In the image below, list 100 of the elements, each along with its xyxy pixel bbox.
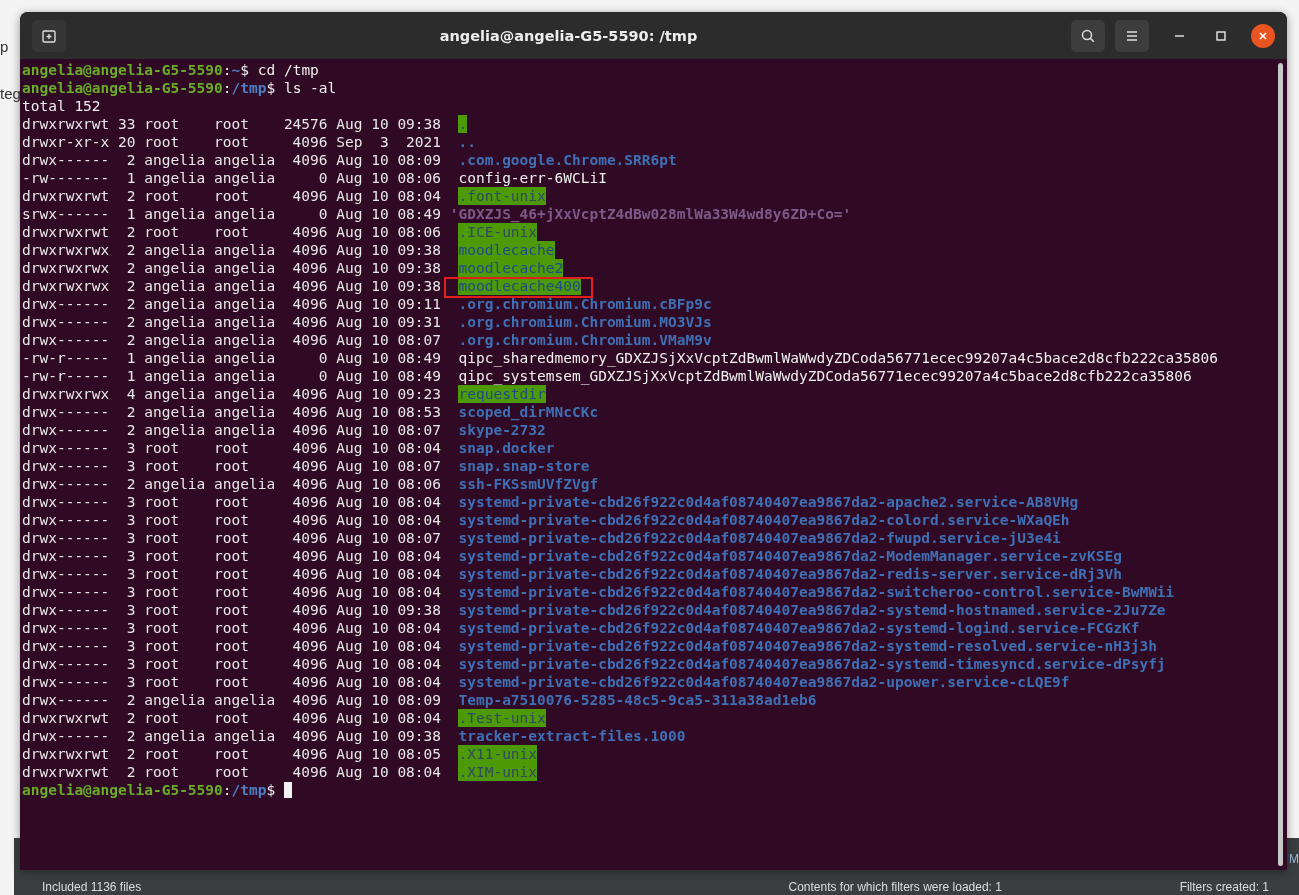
file-name: systemd-private-cbd26f922c0d4af08740407ea9867da2-systemd-resolved.service-nH3j3h <box>458 637 1157 655</box>
file-details: drwx------ 2 angelia angelia 4096 Aug 10 09:38 <box>22 728 442 744</box>
file-details: drwx------ 2 angelia angelia 4096 Aug 10 08:53 <box>22 404 442 420</box>
file-details: drwx------ 3 root root 4096 Aug 10 08:04 <box>22 548 442 564</box>
file-details: drwx------ 3 root root 4096 Aug 10 08:04 <box>22 494 442 510</box>
file-details: drwx------ 3 root root 4096 Aug 10 08:04 <box>22 440 442 456</box>
prompt-path: /tmp <box>231 80 267 96</box>
background-text: p <box>0 38 10 55</box>
file-name: snap.snap-store <box>458 457 590 475</box>
file-name: .org.chromium.Chromium.cBFp9c <box>458 295 712 313</box>
file-details: drwx------ 2 angelia angelia 4096 Aug 10 08:09 <box>22 152 442 168</box>
file-details: drwx------ 3 root root 4096 Aug 10 08:07 <box>22 458 442 474</box>
search-button[interactable] <box>1071 19 1105 52</box>
search-icon <box>1080 27 1096 44</box>
file-details: drwx------ 3 root root 4096 Aug 10 08:04 <box>22 584 442 600</box>
command-text: cd /tmp <box>256 62 319 78</box>
background-text: M <box>1289 852 1299 866</box>
file-details: drwxrwxrwt 33 root root 24576 Aug 10 09:38 <box>22 116 442 132</box>
prompt-separator: : <box>222 80 232 96</box>
file-details: drwx------ 3 root root 4096 Aug 10 08:07 <box>22 530 442 546</box>
file-details: drwxrwxrwx 2 angelia angelia 4096 Aug 10 09:38 <box>22 260 442 276</box>
prompt-separator: : <box>222 782 232 798</box>
file-details: drwx------ 3 root root 4096 Aug 10 09:38 <box>22 602 442 618</box>
new-tab-icon <box>41 27 57 44</box>
file-details: drwx------ 3 root root 4096 Aug 10 08:04 <box>22 656 442 672</box>
file-name: Temp-a7510076-5285-48c5-9ca5-311a38ad1eb6 <box>458 691 817 709</box>
status-text: Included 1136 files <box>42 880 143 894</box>
file-name: .ICE-unix <box>458 223 538 241</box>
window-title: angelia@angelia-G5-5590: /tmp <box>438 27 699 44</box>
scrollbar[interactable] <box>1278 63 1283 866</box>
status-text: Contents for which filters were loaded: 1 <box>787 880 1003 894</box>
file-details: drwxrwxrwt 2 root root 4096 Aug 10 08:04 <box>22 188 442 204</box>
file-details: drwxrwxrwx 2 angelia angelia 4096 Aug 10 09:38 <box>22 278 442 294</box>
maximize-icon <box>1216 30 1226 41</box>
file-name: systemd-private-cbd26f922c0d4af08740407ea9867da2-fwupd.service-jU3e4i <box>458 529 1061 547</box>
file-details: drwxrwxrwx 4 angelia angelia 4096 Aug 10 09:23 <box>22 386 442 402</box>
file-details: drwxrwxrwt 2 root root 4096 Aug 10 08:04 <box>22 764 442 780</box>
file-name: ssh-FKSsmUVfZVgf <box>458 475 599 493</box>
file-details: drwx------ 2 angelia angelia 4096 Aug 10 08:09 <box>22 692 442 708</box>
file-details: drwx------ 3 root root 4096 Aug 10 08:04 <box>22 512 442 528</box>
file-name: snap.docker <box>458 439 555 457</box>
file-details: drwx------ 3 root root 4096 Aug 10 08:04 <box>22 566 442 582</box>
file-name: .org.chromium.Chromium.VMaM9v <box>458 331 712 349</box>
file-details: drwxrwxrwt 2 root root 4096 Aug 10 08:04 <box>22 710 442 726</box>
file-name: .org.chromium.Chromium.MO3VJs <box>458 313 712 331</box>
file-name: tracker-extract-files.1000 <box>458 727 686 745</box>
file-name: systemd-private-cbd26f922c0d4af08740407ea9867da2-systemd-timesyncd.service-dPsyfj <box>458 655 1166 673</box>
file-details: drwxrwxrwt 2 root root 4096 Aug 10 08:06 <box>22 224 442 240</box>
file-name: systemd-private-cbd26f922c0d4af08740407ea9867da2-switcheroo-control.service-BwMWii <box>458 583 1175 601</box>
file-name: systemd-private-cbd26f922c0d4af08740407ea9867da2-upower.service-cLQE9f <box>458 673 1070 691</box>
file-details: -rw-r----- 1 angelia angelia 0 Aug 10 08:49 <box>22 368 442 384</box>
prompt-user: angelia@angelia-G5-5590 <box>22 62 223 78</box>
prompt-path: ~ <box>231 62 241 78</box>
file-details: srwx------ 1 angelia angelia 0 Aug 10 08:49 <box>22 206 442 222</box>
background-text: teg <box>0 85 21 102</box>
file-name: systemd-private-cbd26f922c0d4af08740407ea9867da2-apache2.service-AB8VHg <box>458 493 1079 511</box>
file-details: drwx------ 3 root root 4096 Aug 10 08:04 <box>22 674 442 690</box>
close-button[interactable] <box>1251 23 1275 48</box>
file-details: -rw-r----- 1 angelia angelia 0 Aug 10 08:49 <box>22 350 442 366</box>
minimize-icon <box>1174 34 1184 37</box>
menu-icon <box>1125 29 1139 42</box>
menu-button[interactable] <box>1115 19 1149 52</box>
file-name: moodlecache2 <box>458 259 564 277</box>
file-name: .com.google.Chrome.SRR6pt <box>458 151 677 169</box>
file-details: drwxr-xr-x 20 root root 4096 Sep 3 2021 <box>22 134 442 150</box>
prompt-sign: $ <box>266 80 276 96</box>
command-text: ls -al <box>282 80 337 96</box>
file-name: systemd-private-cbd26f922c0d4af08740407ea9867da2-colord.service-WXaQEh <box>458 511 1070 529</box>
file-details: drwx------ 2 angelia angelia 4096 Aug 10 08:06 <box>22 476 442 492</box>
file-details: drwx------ 2 angelia angelia 4096 Aug 10 09:11 <box>22 296 442 312</box>
status-text: Filters created: 1 <box>1179 880 1269 894</box>
prompt-sign: $ <box>266 782 276 798</box>
file-details: drwxrwxrwt 2 root root 4096 Aug 10 08:05 <box>22 746 442 762</box>
file-details: drwx------ 2 angelia angelia 4096 Aug 10 09:31 <box>22 314 442 330</box>
file-name: . <box>458 115 468 133</box>
prompt-user: angelia@angelia-G5-5590 <box>22 782 223 798</box>
file-details: -rw------- 1 angelia angelia 0 Aug 10 08:06 <box>22 170 442 186</box>
file-name: 'GDXZJS_46+jXxVcptZ4dBw028mlWa33W4wd8y6ZD+Co=' <box>449 205 852 223</box>
file-name: config-err-6WCLiI <box>458 169 607 187</box>
prompt-separator: : <box>222 62 232 78</box>
file-name: qipc_sharedmemory_GDXZJSjXxVcptZdBwmlWaWwdyZDCoda56771ecec99207a4c5bace2d8cfb222ca35806 <box>458 349 1218 367</box>
file-name: requestdir <box>458 385 546 403</box>
prompt-user: angelia@angelia-G5-5590 <box>22 80 223 96</box>
close-icon <box>1258 30 1268 41</box>
output-text: total 152 <box>22 98 101 114</box>
file-name: .X11-unix <box>458 745 538 763</box>
file-name: .. <box>458 133 476 151</box>
prompt-sign: $ <box>240 62 249 78</box>
new-tab-button[interactable] <box>32 19 66 52</box>
file-details: drwx------ 3 root root 4096 Aug 10 08:04 <box>22 620 442 636</box>
file-name: qipc_systemsem_GDXZJSjXxVcptZdBwmlWaWwdyZDCoda56771ecec99207a4c5bace2d8cfb222ca35806 <box>458 367 1192 385</box>
file-name: .Test-unix <box>458 709 546 727</box>
file-name: skype-2732 <box>458 421 546 439</box>
file-details: drwx------ 2 angelia angelia 4096 Aug 10 08:07 <box>22 422 442 438</box>
file-name: .XIM-unix <box>458 763 538 781</box>
file-name: .font-unix <box>458 187 546 205</box>
file-details: drwx------ 2 angelia angelia 4096 Aug 10 08:07 <box>22 332 442 348</box>
file-details: drwxrwxrwx 2 angelia angelia 4096 Aug 10 09:38 <box>22 242 442 258</box>
file-name: systemd-private-cbd26f922c0d4af08740407ea9867da2-redis-server.service-dRj3Vh <box>458 565 1122 583</box>
file-details: drwx------ 3 root root 4096 Aug 10 08:04 <box>22 638 442 654</box>
